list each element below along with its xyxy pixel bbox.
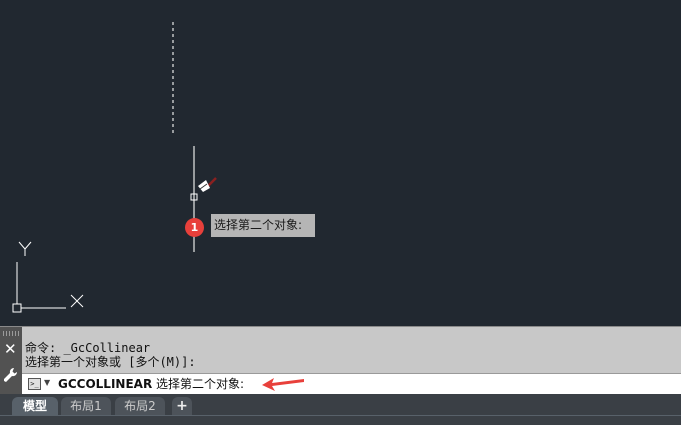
layout-tab-bar: 模型 布局1 布局2 +	[0, 394, 681, 425]
step-marker-badge: 1	[185, 218, 204, 237]
drawing-canvas[interactable]: 1 选择第二个对象:	[0, 0, 681, 326]
chevron-down-icon[interactable]: ▼	[44, 378, 50, 387]
command-history-line: 选择第一个对象或 [多个(M)]:	[25, 355, 196, 369]
add-layout-button[interactable]: +	[172, 397, 192, 415]
dynamic-input-tooltip: 选择第二个对象:	[211, 214, 315, 237]
command-panel-sidebar: ✕	[0, 327, 22, 395]
tab-layout2[interactable]: 布局2	[115, 397, 165, 415]
command-line-panel: ✕ 命令: _GcCollinear 选择第一个对象或 [多个(M)]: >_ …	[0, 326, 681, 396]
paintbrush-cursor-icon	[198, 177, 217, 192]
command-name: GCCOLLINEAR	[58, 377, 153, 391]
command-input-field[interactable]: >_ ▼ GCCOLLINEAR 选择第二个对象:	[22, 373, 681, 396]
wrench-icon[interactable]	[3, 367, 19, 387]
ucs-icon	[12, 241, 84, 313]
close-icon[interactable]: ✕	[4, 342, 17, 357]
tab-bar-divider	[0, 415, 681, 416]
command-input-text[interactable]: GCCOLLINEAR 选择第二个对象:	[58, 376, 244, 392]
drawing-svg	[12, 22, 217, 313]
command-prompt-icon[interactable]: >_	[28, 378, 41, 390]
drag-grip-handle[interactable]	[3, 331, 19, 336]
tab-model[interactable]: 模型	[12, 397, 58, 415]
annotation-arrow-icon	[262, 376, 306, 396]
command-prompt-text: 选择第二个对象:	[152, 377, 245, 391]
tab-layout1[interactable]: 布局1	[61, 397, 111, 415]
command-history-line: 命令: _GcCollinear	[25, 341, 151, 355]
